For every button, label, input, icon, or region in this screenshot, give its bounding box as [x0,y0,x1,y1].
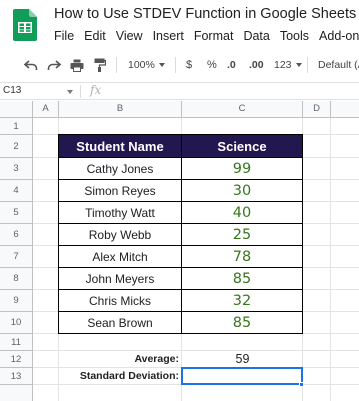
chevron-down-icon [67,90,73,94]
row-header-1[interactable]: 1 [0,118,33,135]
document-title[interactable]: How to Use STDEV Function in Google Shee… [54,6,356,22]
row-header-6[interactable]: 6 [0,224,33,246]
row-header-7[interactable]: 7 [0,246,33,268]
percent-format-button[interactable]: % [207,52,217,78]
row-header-4[interactable]: 4 [0,180,33,202]
header-student-name[interactable]: Student Name [59,135,182,158]
zoom-value: 100% [128,59,155,71]
menu-view[interactable]: View [116,29,143,43]
cell-student-name[interactable]: Timothy Watt [59,202,182,224]
row-header-13[interactable]: 13 [0,368,33,385]
app-header: How to Use STDEV Function in Google Shee… [0,0,359,50]
cell-science-score[interactable]: 25 [182,224,303,246]
formula-divider [80,85,81,98]
menu-bar: File Edit View Insert Format Data Tools … [54,29,359,43]
header-science[interactable]: Science [182,135,303,158]
column-header-c[interactable]: C [182,101,303,118]
row-header-2[interactable]: 2 [0,135,33,158]
google-sheets-logo-icon[interactable] [13,9,37,41]
more-formats-select[interactable]: 123 [274,52,302,78]
gridline [330,118,331,401]
paint-format-icon[interactable] [94,52,106,78]
zoom-select[interactable]: 100% [128,52,165,78]
font-select[interactable]: Default (A [318,52,359,78]
menu-file[interactable]: File [54,29,74,43]
menu-data[interactable]: Data [243,29,269,43]
average-value[interactable]: 59 [182,351,303,367]
cell-science-score[interactable]: 78 [182,246,303,268]
row-header-9[interactable]: 9 [0,290,33,312]
row-header-5[interactable]: 5 [0,202,33,224]
cell-reference: C13 [3,85,22,96]
chevron-down-icon [295,63,302,67]
average-label[interactable]: Average: [59,352,179,367]
undo-icon[interactable] [24,52,38,78]
row-header-10[interactable]: 10 [0,312,33,334]
cell-science-score[interactable]: 85 [182,312,303,334]
more-formats-label: 123 [274,59,292,71]
cell-student-name[interactable]: Alex Mitch [59,246,182,268]
cell-student-name[interactable]: Chris Micks [59,290,182,312]
menu-insert[interactable]: Insert [153,29,184,43]
formula-input[interactable] [110,85,355,98]
row-header-3[interactable]: 3 [0,158,33,180]
column-header-a[interactable]: A [33,101,59,118]
toolbar-divider [307,57,308,73]
cell-student-name[interactable]: Simon Reyes [59,180,182,202]
redo-icon[interactable] [47,52,61,78]
cell-student-name[interactable]: Roby Webb [59,224,182,246]
cell-student-name[interactable]: Sean Brown [59,312,182,334]
name-box[interactable]: C13 [3,85,73,98]
formula-bar: C13 fx [0,82,359,100]
stdev-label[interactable]: Standard Deviation: [59,369,179,384]
fx-icon: fx [90,83,102,97]
row-header-11[interactable]: 11 [0,334,33,351]
row-header-8[interactable]: 8 [0,268,33,290]
toolbar-divider [175,57,176,73]
column-header-d[interactable]: D [303,101,331,118]
row-header-14[interactable] [0,385,33,401]
cell-science-score[interactable]: 32 [182,290,303,312]
column-header-b[interactable]: B [59,101,182,118]
active-cell-selection[interactable] [181,367,303,385]
menu-tools[interactable]: Tools [280,29,309,43]
increase-decimal-button[interactable]: .00 [249,52,264,78]
row-header-12[interactable]: 12 [0,351,33,368]
toolbar-divider [116,57,117,73]
spreadsheet-grid[interactable]: A B C D 1 2 3 4 5 6 7 8 9 10 11 12 13 St… [0,101,359,401]
menu-addons[interactable]: Add-ons [319,29,359,43]
cell-science-score[interactable]: 40 [182,202,303,224]
menu-edit[interactable]: Edit [84,29,106,43]
cell-student-name[interactable]: John Meyers [59,268,182,290]
fill-handle[interactable] [299,382,304,387]
cell-science-score[interactable]: 30 [182,180,303,202]
decrease-decimal-button[interactable]: .0 [227,52,236,78]
print-icon[interactable] [70,52,84,78]
select-all-corner[interactable] [0,101,33,118]
toolbar: 100% $ % .0 .00 123 Default (A [0,52,359,78]
chevron-down-icon [158,63,165,67]
cell-science-score[interactable]: 85 [182,268,303,290]
cell-science-score[interactable]: 99 [182,158,303,180]
cell-student-name[interactable]: Cathy Jones [59,158,182,180]
currency-format-button[interactable]: $ [186,52,192,78]
menu-format[interactable]: Format [194,29,234,43]
column-header-e[interactable] [331,101,359,118]
